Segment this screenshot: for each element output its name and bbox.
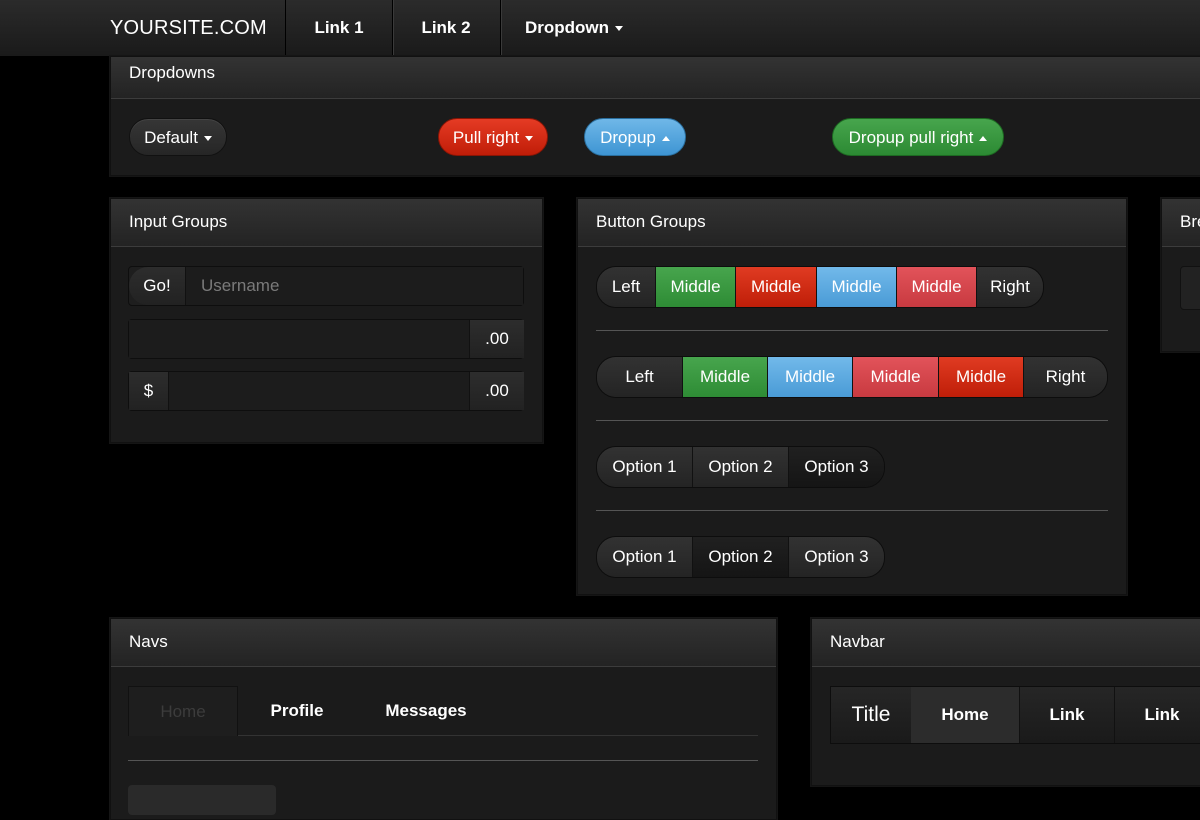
bg2-right-button[interactable]: Right [1024,357,1107,397]
bg1-middle-button[interactable]: Middle [817,267,897,307]
tab-profile[interactable]: Profile [238,686,356,736]
bg2-middle-button[interactable]: Middle [939,357,1024,397]
bg2-left-button[interactable]: Left [597,357,683,397]
bg4-option-1-button[interactable]: Option 1 [597,537,693,577]
bg1-left-button[interactable]: Left [597,267,656,307]
caret-down-icon [203,136,212,142]
go-button[interactable]: Go! [129,267,186,305]
nav-link-2[interactable]: Link 2 [392,0,501,56]
navs-panel-title: Navs [111,619,776,667]
bg3-option-3-button[interactable]: Option 3 [789,447,884,487]
input-groups-panel: Input Groups Go! Username .00 $ .00 [110,198,543,443]
button-group-2: Left Middle Middle Middle Middle Right [596,356,1108,398]
inner-navbar-home[interactable]: Home [911,687,1020,743]
button-group-1: Left Middle Middle Middle Middle Right [596,266,1044,308]
bg3-option-1-button[interactable]: Option 1 [597,447,693,487]
divider [596,510,1108,511]
bg1-middle-button[interactable]: Middle [897,267,977,307]
button-group-3: Option 1 Option 2 Option 3 [596,446,885,488]
button-group-4: Option 1 Option 2 Option 3 [596,536,885,578]
button-groups-panel: Button Groups Left Middle Middle Middle … [577,198,1127,595]
breadcrumb [1180,266,1200,310]
divider [128,760,758,761]
bg1-middle-button[interactable]: Middle [736,267,817,307]
inner-navbar-link[interactable]: Link [1115,687,1200,743]
top-navbar: YOURSITE.COM Link 1 Link 2 Dropdown [0,0,1200,57]
decimal-addon: .00 [469,372,524,410]
bg4-option-2-button[interactable]: Option 2 [693,537,789,577]
bg3-option-2-button[interactable]: Option 2 [693,447,789,487]
dollar-addon: $ [129,372,169,410]
breadcrumbs-panel-title: Bre [1162,199,1200,247]
navbar-panel: Navbar Title Home Link Link [811,618,1200,786]
tab-underline [238,735,758,736]
dropup-button[interactable]: Dropup [584,118,686,156]
default-dropdown-button[interactable]: Default [129,118,227,156]
breadcrumbs-panel: Bre [1161,198,1200,352]
nav-link-2-label: Link 2 [421,18,471,37]
bg1-middle-button[interactable]: Middle [656,267,736,307]
inner-navbar-link[interactable]: Link [1020,687,1115,743]
bg2-middle-button[interactable]: Middle [853,357,939,397]
currency-input-group: $ .00 [128,371,524,411]
caret-up-icon [661,136,670,142]
bg4-option-3-button[interactable]: Option 3 [789,537,884,577]
pill-nav [128,785,276,815]
dropup-label: Dropup [600,128,656,147]
bg2-middle-button[interactable]: Middle [768,357,853,397]
pull-right-label: Pull right [452,128,520,147]
tab-messages[interactable]: Messages [361,686,491,736]
dropup-pull-right-label: Dropup pull right [848,128,974,147]
input-groups-panel-title: Input Groups [111,199,542,247]
navbar-panel-title: Navbar [812,619,1200,667]
dropup-pull-right-button[interactable]: Dropup pull right [832,118,1004,156]
bg1-right-button[interactable]: Right [977,267,1043,307]
amount-input[interactable] [129,320,469,358]
divider [596,330,1108,331]
inner-navbar: Title Home Link Link [830,686,1200,744]
caret-up-icon [979,136,988,142]
caret-down-icon [525,136,534,142]
username-input-group: Go! Username [128,266,524,306]
navs-panel: Navs Home Profile Messages [110,618,777,820]
caret-down-icon [615,26,624,32]
brand-link[interactable]: YOURSITE.COM [110,17,267,40]
tab-home[interactable]: Home [128,686,238,736]
dropdowns-panel: Dropdowns Default Pull right Dropup Drop… [110,56,1200,176]
currency-input[interactable] [169,372,469,410]
decimal-addon: .00 [469,320,524,358]
divider [596,420,1108,421]
nav-dropdown-label: Dropdown [524,18,610,37]
nav-dropdown[interactable]: Dropdown [501,0,647,56]
nav-link-1-label: Link 1 [314,18,364,37]
inner-navbar-brand[interactable]: Title [831,687,911,743]
amount-input-group: .00 [128,319,524,359]
dropdowns-panel-title: Dropdowns [111,57,1200,99]
nav-link-1[interactable]: Link 1 [285,0,393,56]
bg2-middle-button[interactable]: Middle [683,357,768,397]
username-input[interactable]: Username [186,267,523,305]
pull-right-dropdown-button[interactable]: Pull right [438,118,548,156]
button-groups-panel-title: Button Groups [578,199,1126,247]
default-dropdown-label: Default [144,128,198,147]
